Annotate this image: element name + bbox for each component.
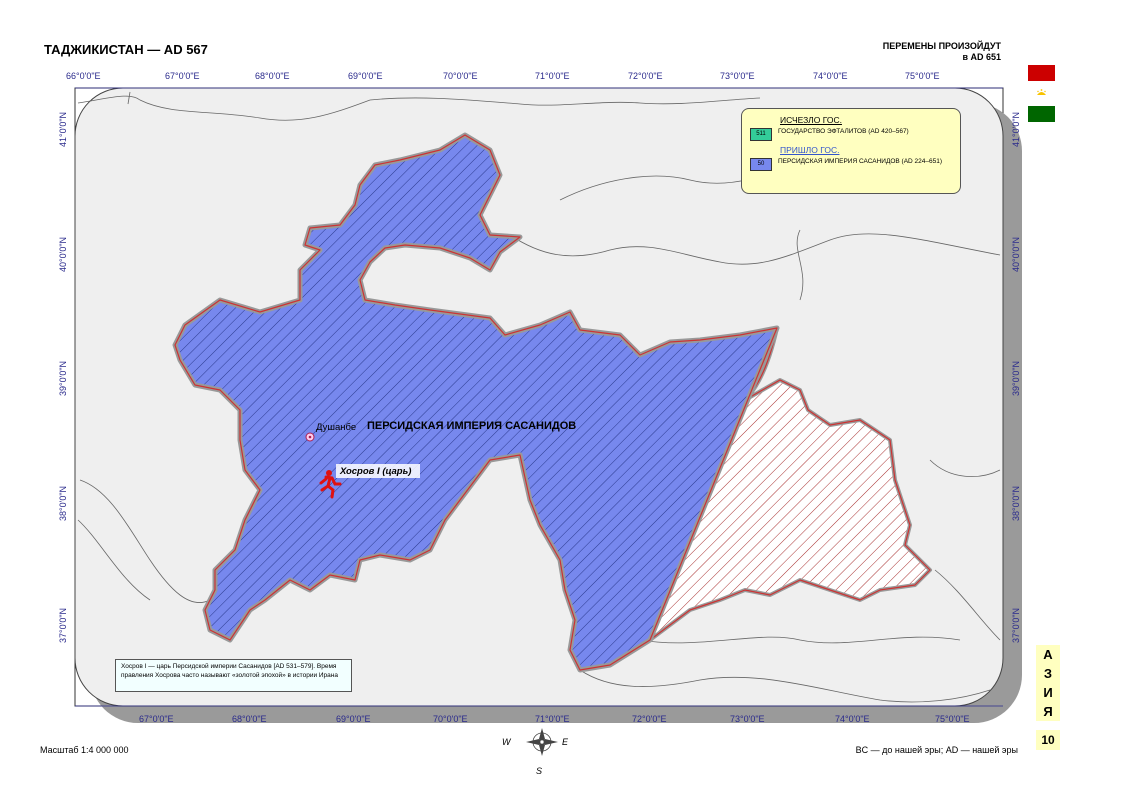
legend-gone-swatch: 511 xyxy=(750,128,772,141)
lon-top-66: 66°0'0"E xyxy=(66,71,101,81)
latitude-labels-left: 41°0'0"N 40°0'0"N 39°0'0"N 38°0'0"N 37°0… xyxy=(58,112,68,643)
lon-top-75: 75°0'0"E xyxy=(905,71,940,81)
lon-top-74: 74°0'0"E xyxy=(813,71,848,81)
legend-came-heading: ПРИШЛО ГОС. xyxy=(780,145,840,155)
era-legend: BC — до нашей эры; AD — нашей эры xyxy=(855,745,1018,755)
compass-s: S xyxy=(536,766,542,776)
lat-left-38: 38°0'0"N xyxy=(58,486,68,521)
legend-came-label: ПЕРСИДСКАЯ ИМПЕРИЯ САСАНИДОВ (AD 224–651… xyxy=(778,158,943,165)
legend: ИСЧЕЗЛО ГОС. 511 ГОСУДАРСТВО ЭФТАЛИТОВ (… xyxy=(741,108,961,194)
lat-right-40: 40°0'0"N xyxy=(1011,237,1021,272)
lon-bottom-70: 70°0'0"E xyxy=(433,714,468,724)
lat-right-38: 38°0'0"N xyxy=(1011,486,1021,521)
asia-letter: А xyxy=(1043,647,1053,662)
lon-top-67: 67°0'0"E xyxy=(165,71,200,81)
lon-bottom-74: 74°0'0"E xyxy=(835,714,870,724)
asia-letter: И xyxy=(1043,685,1053,700)
lon-top-73: 73°0'0"E xyxy=(720,71,755,81)
legend-came-swatch: 50 xyxy=(750,158,772,171)
lon-top-71: 71°0'0"E xyxy=(535,71,570,81)
ruler-label: Хосров I (царь) xyxy=(339,466,411,477)
lon-bottom-73: 73°0'0"E xyxy=(730,714,765,724)
compass-e: E xyxy=(562,737,569,747)
compass-rose-icon xyxy=(526,728,558,756)
legend-gone-heading: ИСЧЕЗЛО ГОС. xyxy=(780,115,842,125)
page-number: 10 xyxy=(1036,730,1060,750)
ruler-note: Хосров I — царь Персидской империи Сасан… xyxy=(115,659,352,692)
lon-top-69: 69°0'0"E xyxy=(348,71,383,81)
legend-gone-row: 511 ГОСУДАРСТВО ЭФТАЛИТОВ (AD 420–567) xyxy=(750,128,952,141)
lon-bottom-75: 75°0'0"E xyxy=(935,714,970,724)
lon-bottom-67: 67°0'0"E xyxy=(139,714,174,724)
lon-bottom-68: 68°0'0"E xyxy=(232,714,267,724)
lon-top-72: 72°0'0"E xyxy=(628,71,663,81)
dushanbe-marker xyxy=(305,432,315,442)
lat-right-41: 41°0'0"N xyxy=(1011,112,1021,147)
lon-bottom-72: 72°0'0"E xyxy=(632,714,667,724)
empire-label: ПЕРСИДСКАЯ ИМПЕРИЯ САСАНИДОВ xyxy=(367,420,576,432)
scale-text: Масштаб 1:4 000 000 xyxy=(40,745,129,755)
lat-left-37: 37°0'0"N xyxy=(58,608,68,643)
lat-left-39: 39°0'0"N xyxy=(58,361,68,396)
lat-right-37: 37°0'0"N xyxy=(1011,608,1021,643)
lon-top-68: 68°0'0"E xyxy=(255,71,290,81)
asia-letter: З xyxy=(1043,666,1053,681)
longitude-labels-top: 66°0'0"E 67°0'0"E 68°0'0"E 69°0'0"E 70°0… xyxy=(66,71,940,81)
lat-right-39: 39°0'0"N xyxy=(1011,361,1021,396)
compass-w: W xyxy=(502,737,512,747)
longitude-labels-bottom: 67°0'0"E 68°0'0"E 69°0'0"E 70°0'0"E 71°0… xyxy=(139,714,970,724)
lat-left-40: 40°0'0"N xyxy=(58,237,68,272)
legend-gone-label: ГОСУДАРСТВО ЭФТАЛИТОВ (AD 420–567) xyxy=(778,128,909,135)
lat-left-41: 41°0'0"N xyxy=(58,112,68,147)
lon-bottom-71: 71°0'0"E xyxy=(535,714,570,724)
city-label: Душанбе xyxy=(316,422,356,433)
lon-bottom-69: 69°0'0"E xyxy=(336,714,371,724)
lon-top-70: 70°0'0"E xyxy=(443,71,478,81)
legend-came-row: 50 ПЕРСИДСКАЯ ИМПЕРИЯ САСАНИДОВ (AD 224–… xyxy=(750,158,952,171)
continent-tab: А З И Я xyxy=(1036,645,1060,721)
asia-letter: Я xyxy=(1043,704,1053,719)
